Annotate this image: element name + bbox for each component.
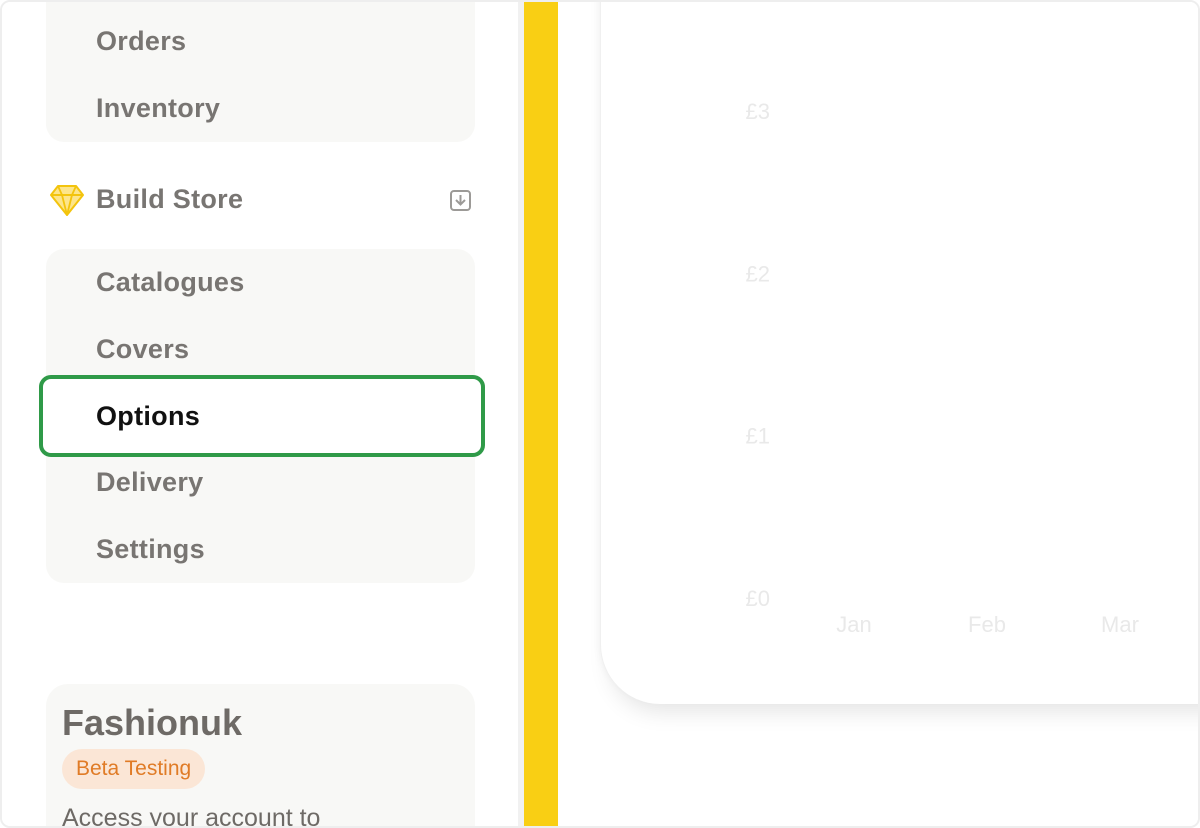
diamond-icon: [50, 185, 84, 216]
sidebar-item-inventory[interactable]: Inventory: [96, 93, 220, 124]
account-card[interactable]: Fashionuk Beta Testing Access your accou…: [46, 684, 475, 828]
accent-bar: [524, 2, 558, 826]
chart-card: [600, 2, 1198, 704]
section-title: Build Store: [96, 184, 244, 214]
account-name: Fashionuk: [62, 702, 243, 743]
sidebar-item-orders[interactable]: Orders: [96, 26, 186, 57]
sidebar-item-options[interactable]: Options: [96, 401, 200, 432]
build-store-section-header[interactable]: Build Store: [46, 180, 478, 220]
sidebar-item-covers[interactable]: Covers: [96, 334, 189, 365]
beta-badge: Beta Testing: [62, 749, 206, 789]
account-description: Access your account to: [62, 804, 321, 828]
app-window: Orders Inventory Build Store Catalogues …: [0, 0, 1200, 828]
collapse-arrow-icon[interactable]: [450, 190, 471, 211]
sidebar: Orders Inventory Build Store Catalogues …: [2, 2, 518, 828]
sidebar-item-catalogues[interactable]: Catalogues: [96, 267, 245, 298]
sidebar-item-delivery[interactable]: Delivery: [96, 467, 203, 498]
sidebar-item-settings[interactable]: Settings: [96, 534, 205, 565]
